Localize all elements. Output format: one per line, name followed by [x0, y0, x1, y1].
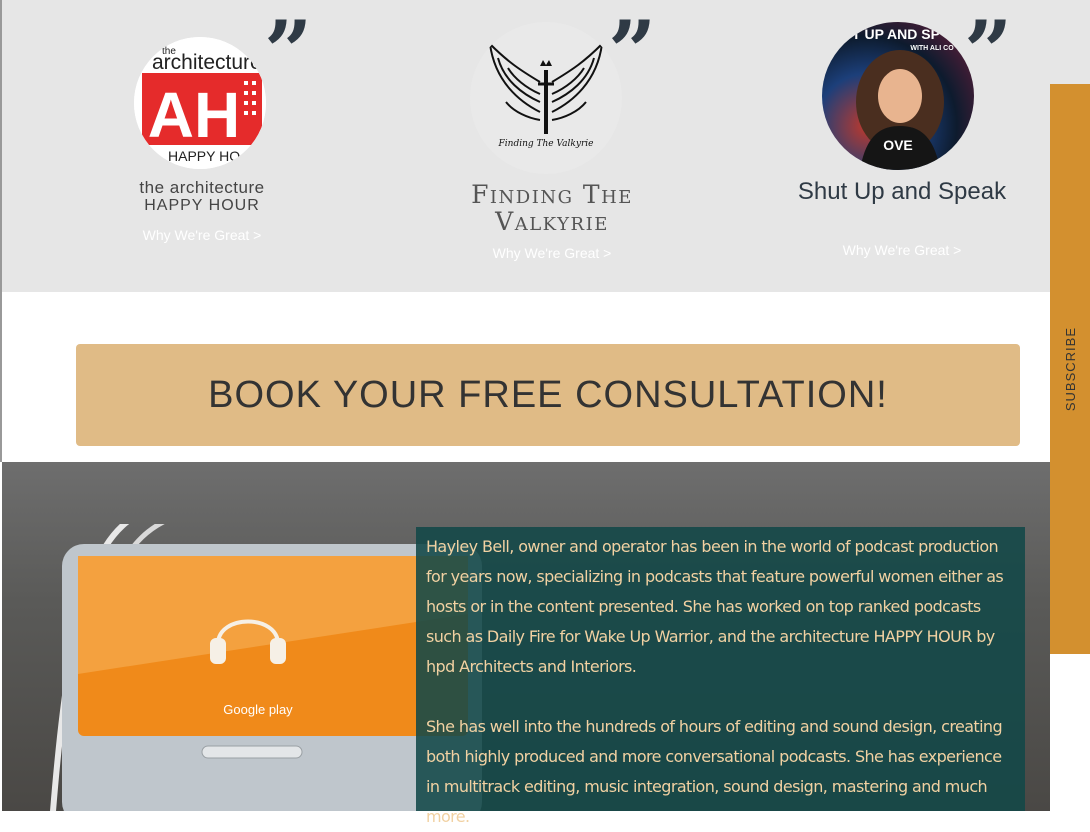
testimonial-name: Shut Up and Speak — [797, 178, 1007, 205]
bio-panel: Hayley Bell, owner and operator has been… — [416, 527, 1025, 826]
testimonial-name-line2: Valkyrie — [495, 207, 609, 236]
subscribe-label: SUBSCRIBE — [1062, 326, 1078, 412]
quote-icon: ” — [608, 2, 656, 101]
why-were-great-link[interactable]: Why We're Great > — [752, 242, 1052, 258]
testimonial-card-shut-up-and-speak: OVE T UP AND SP WITH ALI CO ” Shut Up an… — [752, 0, 1052, 292]
svg-text:T UP AND SP: T UP AND SP — [852, 26, 940, 42]
svg-text:AH: AH — [148, 79, 240, 151]
testimonial-card-architecture-happy-hour: AH the architecture HAPPY HO ” the archi… — [52, 0, 352, 292]
quote-icon: ” — [964, 2, 1012, 101]
svg-text:OVE: OVE — [883, 137, 913, 153]
book-consultation-label: BOOK YOUR FREE CONSULTATION! — [208, 373, 888, 416]
testimonial-name-line2: HAPPY HOUR — [144, 197, 260, 214]
testimonial-card-finding-the-valkyrie: Finding The Valkyrie ” Finding The Valky… — [402, 0, 702, 292]
svg-text:HAPPY HO: HAPPY HO — [168, 148, 240, 164]
svg-text:WITH ALI CO: WITH ALI CO — [910, 45, 954, 52]
book-consultation-button[interactable]: BOOK YOUR FREE CONSULTATION! — [76, 344, 1020, 446]
bio-paragraph-2: She has well into the hundreds of hours … — [426, 717, 1003, 826]
finding-the-valkyrie-logo: Finding The Valkyrie — [470, 22, 622, 174]
shut-up-and-speak-photo: OVE T UP AND SP WITH ALI CO — [822, 22, 974, 170]
svg-text:architecture: architecture — [152, 51, 262, 74]
why-were-great-link[interactable]: Why We're Great > — [402, 245, 702, 261]
wings-logo-icon: Finding The Valkyrie — [470, 22, 622, 174]
architecture-happy-hour-logo: AH the architecture HAPPY HO — [134, 37, 266, 169]
bio-paragraph-1: Hayley Bell, owner and operator has been… — [426, 537, 1004, 676]
left-border — [0, 292, 2, 462]
svg-text:Finding The Valkyrie: Finding The Valkyrie — [498, 139, 594, 149]
subscribe-side-tab[interactable]: SUBSCRIBE — [1050, 84, 1090, 654]
quote-icon: ” — [264, 2, 312, 101]
svg-text:Google play: Google play — [223, 702, 293, 717]
testimonial-name-line1: Finding The — [471, 180, 633, 209]
testimonials-section: AH the architecture HAPPY HO ” the archi… — [0, 0, 1090, 292]
testimonial-name-line1: the architecture — [139, 178, 265, 197]
why-were-great-link[interactable]: Why We're Great > — [52, 227, 352, 243]
